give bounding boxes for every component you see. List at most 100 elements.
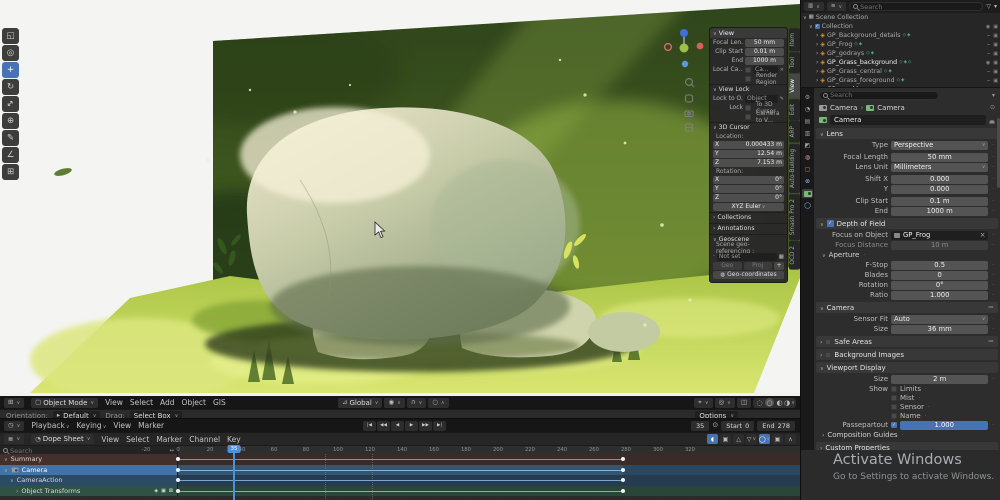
clip-end-field[interactable]: 1000 m bbox=[745, 56, 784, 65]
tab-view-layer-icon[interactable]: ▥ bbox=[802, 129, 813, 138]
menu-view[interactable]: View bbox=[113, 421, 131, 430]
menu-view[interactable]: View bbox=[105, 398, 123, 407]
aperture-subheader[interactable]: Aperture bbox=[829, 251, 860, 259]
custom-properties-panel-header[interactable]: Custom Properties bbox=[816, 442, 998, 450]
add-primitive-tool[interactable]: ⊞ bbox=[2, 164, 19, 180]
tab-view[interactable]: View bbox=[789, 74, 800, 99]
keyframe[interactable] bbox=[621, 478, 625, 483]
only-selected-toggle[interactable]: ◖ bbox=[707, 434, 718, 444]
tab-tool[interactable]: Tool bbox=[789, 52, 800, 74]
crs-field[interactable]: Not set bbox=[716, 252, 777, 261]
dope-menu-key[interactable]: Key bbox=[227, 435, 241, 444]
errors-toggle[interactable]: △ bbox=[733, 434, 744, 444]
view-panel-title[interactable]: View bbox=[719, 29, 734, 37]
tab-object-icon[interactable]: ▢ bbox=[802, 165, 813, 174]
jump-to-start-button[interactable]: |◀ bbox=[363, 420, 376, 431]
timeline-ruler[interactable]: ↔ -20 0 20 40 60 80 100 120 140 160 180 … bbox=[0, 445, 800, 455]
cursor-panel-header[interactable]: 3D Cursor bbox=[719, 124, 750, 131]
lock-3d-cursor-checkbox[interactable] bbox=[745, 104, 751, 111]
shading-rendered-icon[interactable]: ◑ bbox=[784, 398, 794, 407]
options-dropdown[interactable]: Options bbox=[695, 410, 738, 418]
render-camera-icon[interactable]: ▣ bbox=[993, 60, 998, 66]
render-camera-icon[interactable]: ▣ bbox=[993, 78, 998, 84]
eye-icon[interactable]: ⌣ bbox=[987, 78, 990, 84]
outliner-search-input[interactable] bbox=[860, 2, 980, 11]
cursor-loc-z-field[interactable]: Z 7.153 m bbox=[713, 158, 784, 167]
lens-unit-dropdown[interactable]: Millimeters bbox=[891, 162, 989, 172]
tab-world-icon[interactable]: ◍ bbox=[802, 153, 813, 162]
menu-playback[interactable]: Playback bbox=[31, 421, 69, 430]
keyframe[interactable] bbox=[621, 488, 625, 493]
pin-icon[interactable]: ⊙ bbox=[990, 104, 995, 111]
cursor-rot-x-field[interactable]: X 0° bbox=[713, 175, 784, 184]
keyframe[interactable] bbox=[621, 467, 625, 472]
measure-tool[interactable]: ∠ bbox=[2, 147, 19, 163]
dope-menu-view[interactable]: View bbox=[101, 435, 119, 444]
outliner-row-gp-background-details[interactable]: ◈GP_Background_details◇◈⌣▣ bbox=[801, 31, 1000, 40]
copy-icon[interactable]: ∧ bbox=[785, 434, 796, 444]
properties-filter-icon[interactable]: ▾ bbox=[992, 92, 995, 99]
eye-icon[interactable]: ⌣ bbox=[987, 69, 990, 75]
breadcrumb-data[interactable]: Camera bbox=[877, 104, 904, 112]
viewport-display-panel-header[interactable]: Viewport Display bbox=[816, 362, 998, 373]
outliner-row-collection[interactable]: ✓Collection◉▣ bbox=[801, 22, 1000, 31]
render-camera-icon[interactable]: ▣ bbox=[993, 69, 998, 75]
outliner-options-icon[interactable]: ▾ bbox=[994, 3, 997, 10]
navigation-gizmo[interactable] bbox=[658, 26, 704, 134]
transform-tool[interactable]: ⊕ bbox=[2, 113, 19, 129]
channel-area[interactable]: Summary Camera CameraAction bbox=[0, 454, 800, 500]
composition-guides-header[interactable]: Composition Guides bbox=[827, 431, 897, 439]
clip-start-field[interactable]: 0.1 m bbox=[891, 196, 989, 206]
mist-checkbox[interactable] bbox=[891, 394, 897, 401]
scale-tool[interactable]: ↔ bbox=[2, 96, 19, 112]
eye-icon[interactable]: ⌣ bbox=[987, 33, 990, 39]
tab-tool-icon[interactable]: ⚙ bbox=[802, 93, 813, 102]
channel-object-transforms[interactable]: Object Transforms◈▣⊠ bbox=[0, 485, 800, 496]
cursor-loc-y-field[interactable]: Y 12.54 m bbox=[713, 149, 784, 158]
gizmos-toggle[interactable]: ⌖ bbox=[694, 397, 713, 408]
outliner-row-gp-grass-central[interactable]: ◈GP_Grass_central◇◈⌣▣ bbox=[801, 67, 1000, 76]
keyframe[interactable] bbox=[176, 488, 180, 493]
dope-mode-dropdown[interactable]: ◔ Dope Sheet bbox=[31, 434, 95, 444]
keyframe[interactable] bbox=[176, 467, 180, 472]
shift-y-field[interactable]: 0.000 bbox=[891, 184, 989, 194]
keyframe[interactable] bbox=[176, 478, 180, 483]
current-frame-field[interactable]: 35 bbox=[691, 420, 710, 431]
focus-object-field[interactable]: GP_Frog × bbox=[891, 230, 989, 240]
filter-dropdown[interactable]: ▽ bbox=[746, 434, 757, 444]
properties-search-input[interactable] bbox=[830, 91, 935, 99]
focal-length-field[interactable]: 50 mm bbox=[745, 38, 784, 47]
camera-panel-header[interactable]: Camera≔ bbox=[816, 302, 998, 313]
tab-smash-pro[interactable]: Smash Pro 2 bbox=[789, 193, 800, 241]
rotation-mode-dropdown[interactable]: XYZ Euler bbox=[713, 202, 784, 211]
eye-icon[interactable]: ⌣ bbox=[987, 42, 990, 48]
breadcrumb-object[interactable]: Camera bbox=[830, 104, 857, 112]
tab-edit[interactable]: Edit bbox=[789, 99, 800, 121]
expand-icon[interactable]: ↔ bbox=[169, 448, 174, 454]
xray-toggle[interactable]: ◫ bbox=[736, 397, 751, 408]
passepartout-checkbox[interactable]: ✓ bbox=[891, 422, 897, 428]
sensor-size-field[interactable]: 36 mm bbox=[891, 324, 989, 334]
datablock-name-field[interactable]: Camera bbox=[830, 115, 987, 125]
focal-length-field[interactable]: 50 mm bbox=[891, 152, 989, 162]
mute-icon[interactable]: ▣ bbox=[161, 488, 166, 494]
eye-icon[interactable]: ◉ bbox=[986, 24, 990, 30]
sensor-fit-dropdown[interactable]: Auto bbox=[891, 314, 989, 324]
outliner-row-gp-grass-foreground[interactable]: ◈GP_Grass_foreground◇◈⌣▣ bbox=[801, 76, 1000, 85]
transform-orientation-dropdown[interactable]: ⊿ Global bbox=[338, 397, 383, 408]
prev-keyframe-button[interactable]: ◀◀ bbox=[377, 420, 390, 431]
dope-menu-channel[interactable]: Channel bbox=[189, 435, 220, 444]
lens-panel-header[interactable]: Lens bbox=[816, 128, 998, 139]
tab-physics-icon[interactable]: ◯ bbox=[802, 201, 813, 210]
proportional-edit-dropdown[interactable]: ○ bbox=[428, 397, 449, 408]
aperture-rotation-field[interactable]: 0° bbox=[891, 280, 989, 290]
view-lock-header[interactable]: View Lock bbox=[719, 86, 750, 93]
tab-render-icon[interactable]: ◔ bbox=[802, 105, 813, 114]
3d-viewport[interactable]: ⊞ ▢Object Mode View Select Add Object GI… bbox=[0, 0, 800, 418]
tab-scene-icon[interactable]: ◩ bbox=[802, 141, 813, 150]
add-crs-button[interactable]: + bbox=[774, 261, 784, 270]
crs-settings-icon[interactable]: ▦ bbox=[779, 254, 784, 260]
outliner-search[interactable] bbox=[849, 2, 984, 11]
playhead-frame-badge[interactable]: 35 bbox=[227, 445, 241, 453]
cursor-loc-x-field[interactable]: X 0.000433 m bbox=[713, 140, 784, 149]
